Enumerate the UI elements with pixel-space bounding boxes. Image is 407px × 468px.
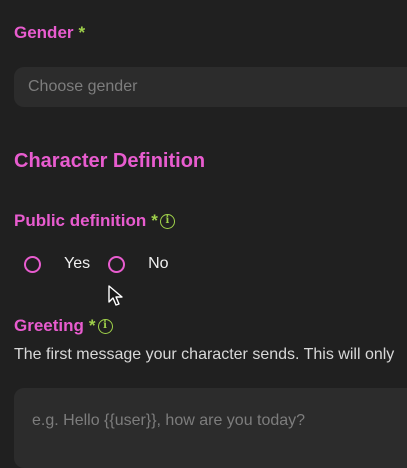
public-definition-label-text: Public definition	[14, 211, 147, 230]
greeting-label-text: Greeting	[14, 316, 84, 335]
greeting-helper-text: The first message your character sends. …	[14, 346, 395, 363]
public-definition-radio-group: Yes No	[24, 255, 187, 273]
greeting-label: Greeting * i	[14, 316, 113, 336]
radio-label-yes[interactable]: Yes	[64, 255, 90, 273]
greeting-textarea[interactable]: e.g. Hello {{user}}, how are you today?	[14, 388, 407, 468]
required-mark: *	[151, 211, 158, 230]
greeting-textarea-placeholder: e.g. Hello {{user}}, how are you today?	[32, 412, 306, 429]
radio-button-no[interactable]	[108, 255, 126, 273]
mouse-pointer-icon	[108, 285, 124, 312]
gender-select[interactable]: Choose gender	[14, 67, 407, 107]
gender-select-placeholder: Choose gender	[28, 78, 138, 95]
gender-label-text: Gender	[14, 23, 74, 42]
info-icon[interactable]: i	[97, 318, 113, 334]
radio-label-no[interactable]: No	[148, 255, 168, 273]
info-icon[interactable]: i	[159, 213, 175, 229]
radio-option-no[interactable]: No	[108, 255, 169, 273]
required-mark: *	[78, 23, 86, 42]
section-title-character-definition: Character Definition	[14, 150, 206, 172]
radio-button-yes[interactable]	[24, 255, 41, 273]
required-mark: *	[88, 316, 96, 335]
gender-label: Gender *	[14, 23, 85, 43]
public-definition-label: Public definition * i	[14, 211, 175, 231]
radio-option-yes[interactable]: Yes	[24, 255, 90, 273]
